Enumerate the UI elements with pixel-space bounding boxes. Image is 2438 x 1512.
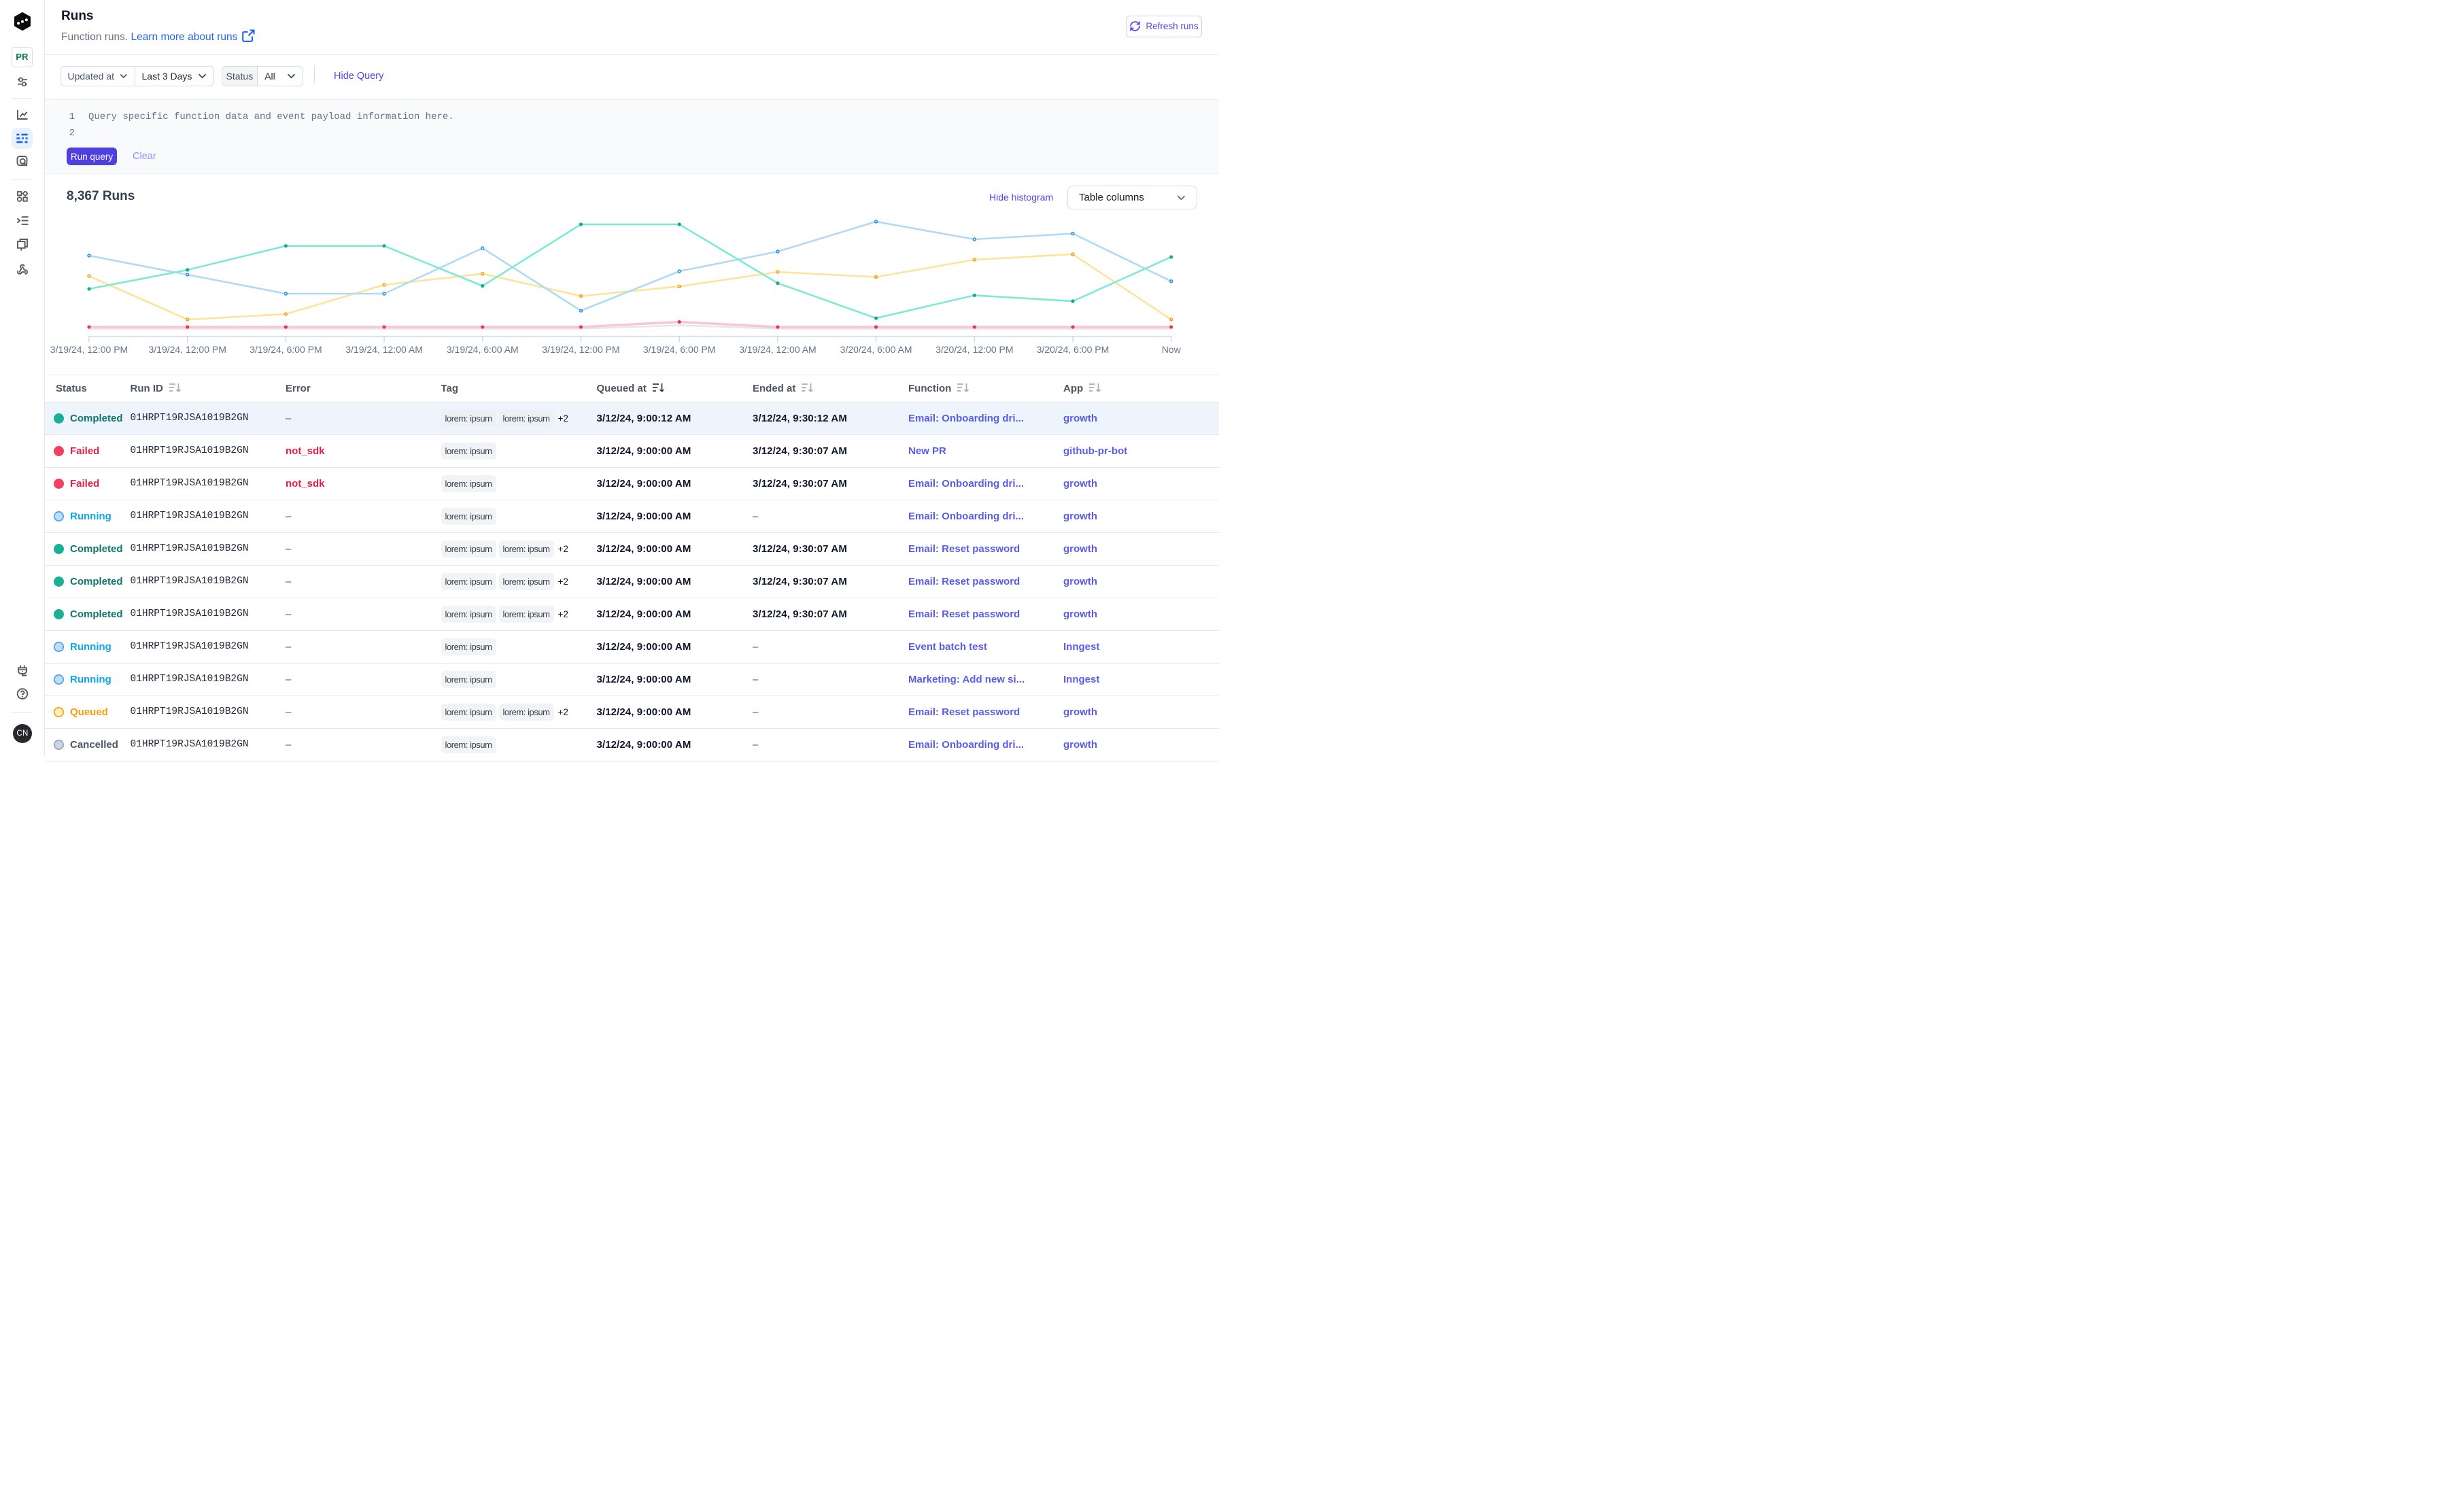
svg-text:Now: Now [1162,344,1182,355]
svg-text:3/19/24, 6:00 PM: 3/19/24, 6:00 PM [643,344,716,355]
svg-text:3/20/24, 6:00 AM: 3/20/24, 6:00 AM [840,344,912,355]
svg-text:3/19/24, 6:00 AM: 3/19/24, 6:00 AM [447,344,519,355]
svg-text:3/20/24, 6:00 PM: 3/20/24, 6:00 PM [1037,344,1110,355]
svg-text:3/19/24, 12:00 PM: 3/19/24, 12:00 PM [50,344,128,355]
svg-text:3/19/24, 12:00 AM: 3/19/24, 12:00 AM [345,344,423,355]
svg-text:3/19/24, 12:00 AM: 3/19/24, 12:00 AM [739,344,817,355]
svg-text:3/19/24, 12:00 PM: 3/19/24, 12:00 PM [148,344,226,355]
svg-text:3/20/24, 12:00 PM: 3/20/24, 12:00 PM [935,344,1013,355]
svg-text:3/19/24, 6:00 PM: 3/19/24, 6:00 PM [250,344,322,355]
svg-text:3/19/24, 12:00 PM: 3/19/24, 12:00 PM [542,344,619,355]
